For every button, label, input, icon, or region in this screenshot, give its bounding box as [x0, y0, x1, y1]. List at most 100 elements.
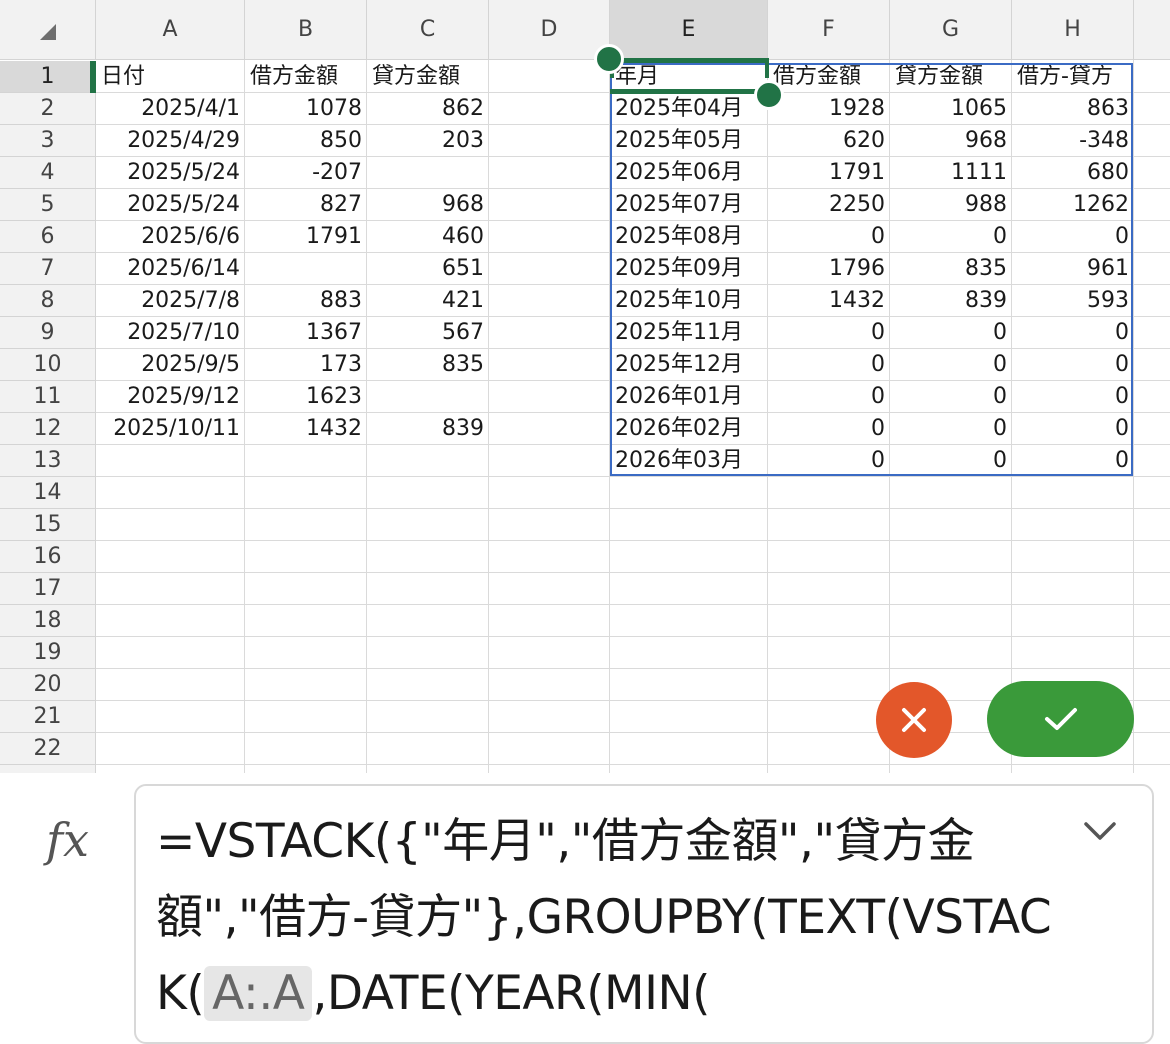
data-cell[interactable]: 2025/5/24	[96, 189, 245, 221]
row-header-13[interactable]: 13	[0, 445, 96, 477]
row-header-16[interactable]: 16	[0, 541, 96, 573]
spill-cell[interactable]: 0	[1012, 413, 1134, 445]
formula-input[interactable]: =VSTACK({"年月","借方金額","貸方金額","借方-貸方"},GRO…	[134, 784, 1154, 1044]
spill-cell[interactable]: 1796	[768, 253, 890, 285]
row-header-15[interactable]: 15	[0, 509, 96, 541]
spill-cell[interactable]: 2025年05月	[610, 125, 768, 157]
data-cell[interactable]: 2025/6/14	[96, 253, 245, 285]
spill-cell[interactable]: 1111	[890, 157, 1012, 189]
formula-text[interactable]: =VSTACK({"年月","借方金額","貸方金額","借方-貸方"},GRO…	[156, 804, 1066, 1032]
spill-cell[interactable]: 968	[890, 125, 1012, 157]
spill-cell[interactable]: 2025年09月	[610, 253, 768, 285]
spill-cell[interactable]: 0	[890, 317, 1012, 349]
spill-cell[interactable]: 0	[1012, 317, 1134, 349]
confirm-button[interactable]	[987, 681, 1134, 757]
header-cell[interactable]: 貸方金額	[890, 61, 1012, 93]
data-cell[interactable]: 2025/6/6	[96, 221, 245, 253]
data-cell[interactable]: 1791	[245, 221, 367, 253]
selection-handle-top-left[interactable]	[594, 44, 624, 74]
header-cell[interactable]: 年月	[610, 61, 768, 93]
spill-cell[interactable]: 839	[890, 285, 1012, 317]
spill-cell[interactable]: 1065	[890, 93, 1012, 125]
data-cell[interactable]: 203	[367, 125, 489, 157]
data-cell[interactable]: -207	[245, 157, 367, 189]
data-cell[interactable]: 2025/9/5	[96, 349, 245, 381]
spill-cell[interactable]: 2025年12月	[610, 349, 768, 381]
row-header-12[interactable]: 12	[0, 413, 96, 445]
spill-cell[interactable]: 2025年07月	[610, 189, 768, 221]
spill-cell[interactable]: 0	[890, 381, 1012, 413]
spill-cell[interactable]: 680	[1012, 157, 1134, 189]
row-header-22[interactable]: 22	[0, 733, 96, 765]
header-cell[interactable]: 借方金額	[245, 61, 367, 93]
row-header-18[interactable]: 18	[0, 605, 96, 637]
spill-cell[interactable]: 0	[890, 349, 1012, 381]
spill-cell[interactable]: 593	[1012, 285, 1134, 317]
spill-cell[interactable]: 0	[1012, 349, 1134, 381]
data-cell[interactable]: 2025/7/10	[96, 317, 245, 349]
column-header-C[interactable]: C	[367, 0, 489, 60]
row-header-4[interactable]: 4	[0, 157, 96, 189]
chevron-down-icon[interactable]	[1080, 812, 1120, 852]
column-header-E[interactable]: E	[610, 0, 768, 60]
data-cell[interactable]: 839	[367, 413, 489, 445]
spill-cell[interactable]: 2026年01月	[610, 381, 768, 413]
row-header-17[interactable]: 17	[0, 573, 96, 605]
data-cell[interactable]: 1432	[245, 413, 367, 445]
data-cell[interactable]: 421	[367, 285, 489, 317]
row-header-10[interactable]: 10	[0, 349, 96, 381]
spill-cell[interactable]: 2026年03月	[610, 445, 768, 477]
spill-cell[interactable]: 961	[1012, 253, 1134, 285]
spill-cell[interactable]: 1432	[768, 285, 890, 317]
header-cell[interactable]: 貸方金額	[367, 61, 489, 93]
spill-cell[interactable]: 0	[890, 445, 1012, 477]
column-header-partial[interactable]	[1134, 0, 1170, 60]
row-header-8[interactable]: 8	[0, 285, 96, 317]
spill-cell[interactable]: 988	[890, 189, 1012, 221]
data-cell[interactable]: 1367	[245, 317, 367, 349]
header-cell[interactable]: 借方金額	[768, 61, 890, 93]
data-cell[interactable]: 2025/4/1	[96, 93, 245, 125]
data-cell[interactable]: 2025/9/12	[96, 381, 245, 413]
row-header-14[interactable]: 14	[0, 477, 96, 509]
data-cell[interactable]: 2025/4/29	[96, 125, 245, 157]
data-cell[interactable]: 2025/7/8	[96, 285, 245, 317]
spill-cell[interactable]: -348	[1012, 125, 1134, 157]
data-cell[interactable]	[367, 157, 489, 189]
row-header-partial[interactable]	[0, 765, 96, 773]
spill-cell[interactable]: 0	[890, 221, 1012, 253]
header-cell[interactable]: 日付	[96, 61, 245, 93]
spill-cell[interactable]: 1791	[768, 157, 890, 189]
column-header-D[interactable]: D	[489, 0, 610, 60]
spill-cell[interactable]: 2250	[768, 189, 890, 221]
data-cell[interactable]: 968	[367, 189, 489, 221]
spill-cell[interactable]: 2026年02月	[610, 413, 768, 445]
spill-cell[interactable]: 0	[1012, 381, 1134, 413]
spill-cell[interactable]: 620	[768, 125, 890, 157]
row-header-5[interactable]: 5	[0, 189, 96, 221]
row-header-9[interactable]: 9	[0, 317, 96, 349]
spill-cell[interactable]: 0	[1012, 221, 1134, 253]
select-all-button[interactable]	[0, 0, 96, 60]
data-cell[interactable]: 173	[245, 349, 367, 381]
data-cell[interactable]	[245, 253, 367, 285]
data-cell[interactable]: 2025/5/24	[96, 157, 245, 189]
spill-cell[interactable]: 0	[768, 317, 890, 349]
data-cell[interactable]: 1078	[245, 93, 367, 125]
row-header-19[interactable]: 19	[0, 637, 96, 669]
spill-cell[interactable]: 2025年06月	[610, 157, 768, 189]
data-cell[interactable]	[367, 381, 489, 413]
data-cell[interactable]: 460	[367, 221, 489, 253]
row-header-11[interactable]: 11	[0, 381, 96, 413]
spill-cell[interactable]: 1262	[1012, 189, 1134, 221]
spill-cell[interactable]: 835	[890, 253, 1012, 285]
spill-cell[interactable]: 1928	[768, 93, 890, 125]
spill-cell[interactable]: 0	[768, 445, 890, 477]
spreadsheet-grid[interactable]: ABCDEFGH 1 2 3 4 5 6 7 8 9 10 11 12 13 14 15 16 17 18 19 20…	[0, 0, 1170, 773]
data-cell[interactable]: 651	[367, 253, 489, 285]
spill-cell[interactable]: 2025年11月	[610, 317, 768, 349]
data-cell[interactable]: 567	[367, 317, 489, 349]
row-header-20[interactable]: 20	[0, 669, 96, 701]
data-cell[interactable]: 827	[245, 189, 367, 221]
data-cell[interactable]: 883	[245, 285, 367, 317]
